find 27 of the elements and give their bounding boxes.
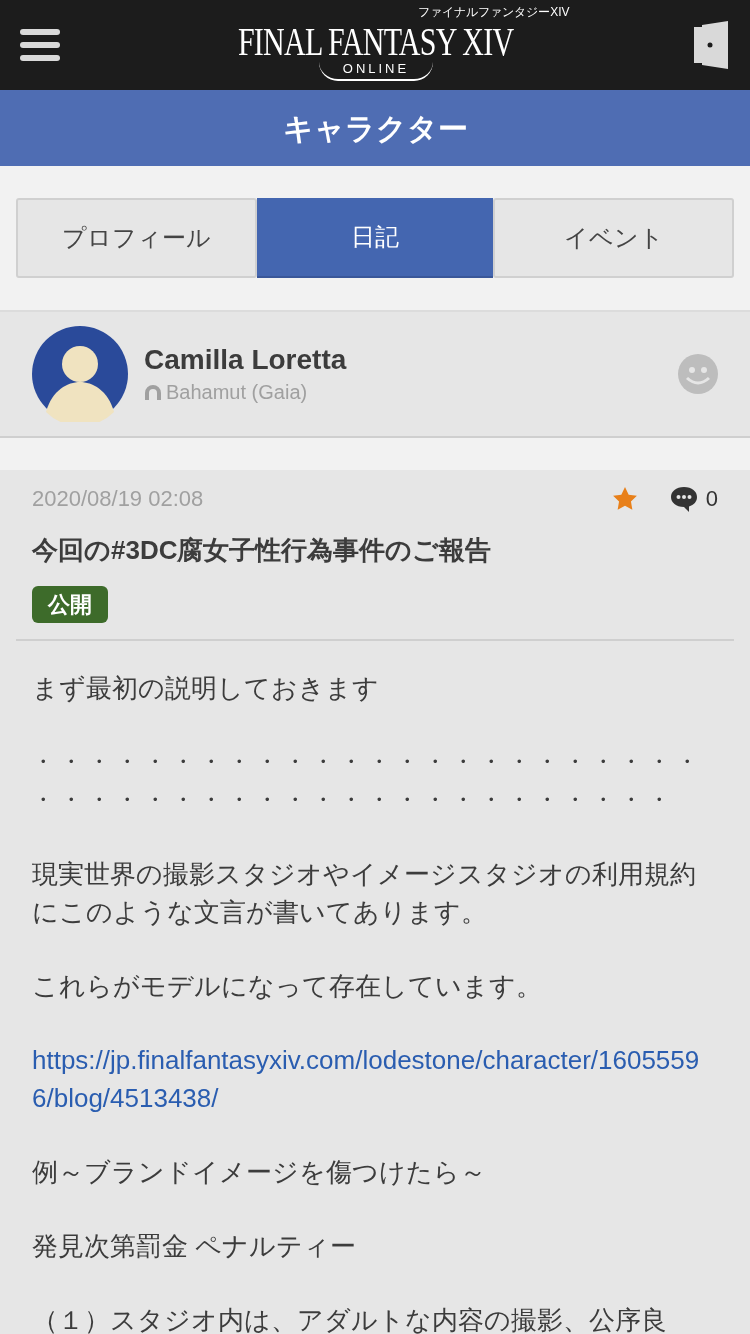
post-title: 今回の#3DC腐女子性行為事件のご報告: [32, 534, 493, 567]
post-paragraph: これらがモデルになって存在しています。: [32, 970, 543, 1003]
post-link[interactable]: https://jp.finalfantasyxiv.com/lodestone/character/16055596/blog/4513438/: [32, 1041, 718, 1117]
logo-subtitle: ONLINE: [318, 61, 434, 81]
post-paragraph: まず最初の説明しておきます: [32, 672, 380, 705]
star-icon[interactable]: [611, 485, 638, 512]
tab[interactable]: 日記: [256, 198, 494, 278]
post-paragraph: 現実世界の撮影スタジオやイメージスタジオの利用規約にこのような文言が書いてあります。: [32, 858, 697, 929]
tab[interactable]: イベント: [493, 198, 734, 278]
home-icon: [144, 383, 162, 400]
post-paragraph: 例～ブランドイメージを傷つけたら～: [32, 1156, 487, 1189]
dotted-line: ・・・・・・・・・・・・・・・・・・・・・・・・: [32, 748, 705, 776]
logo-kana: ファイナルファンタジーXIV: [418, 5, 570, 18]
door-icon[interactable]: [692, 21, 730, 69]
logo-title[interactable]: FINAL FANTASY XIV: [238, 21, 514, 62]
menu-icon[interactable]: [20, 27, 60, 63]
tab[interactable]: プロフィール: [16, 198, 257, 278]
post-date: 2020/08/19 02:08: [32, 485, 205, 513]
visibility-badge: 公開: [32, 586, 108, 623]
character-name[interactable]: Camilla Loretta: [144, 341, 678, 377]
page-title: キャラクター: [282, 110, 468, 147]
post-paragraph: （１）スタジオ内は、アダルトな内容の撮影、公序良: [32, 1304, 668, 1334]
dotted-line: ・・・・・・・・・・・・・・・・・・・・・・・: [32, 786, 677, 814]
post-paragraph: 発見次第罰金 ペナルティー: [32, 1230, 358, 1263]
world-name: Bahamut (Gaia): [166, 379, 308, 405]
comment-count: 0: [705, 485, 718, 513]
comment-icon[interactable]: [669, 485, 698, 512]
